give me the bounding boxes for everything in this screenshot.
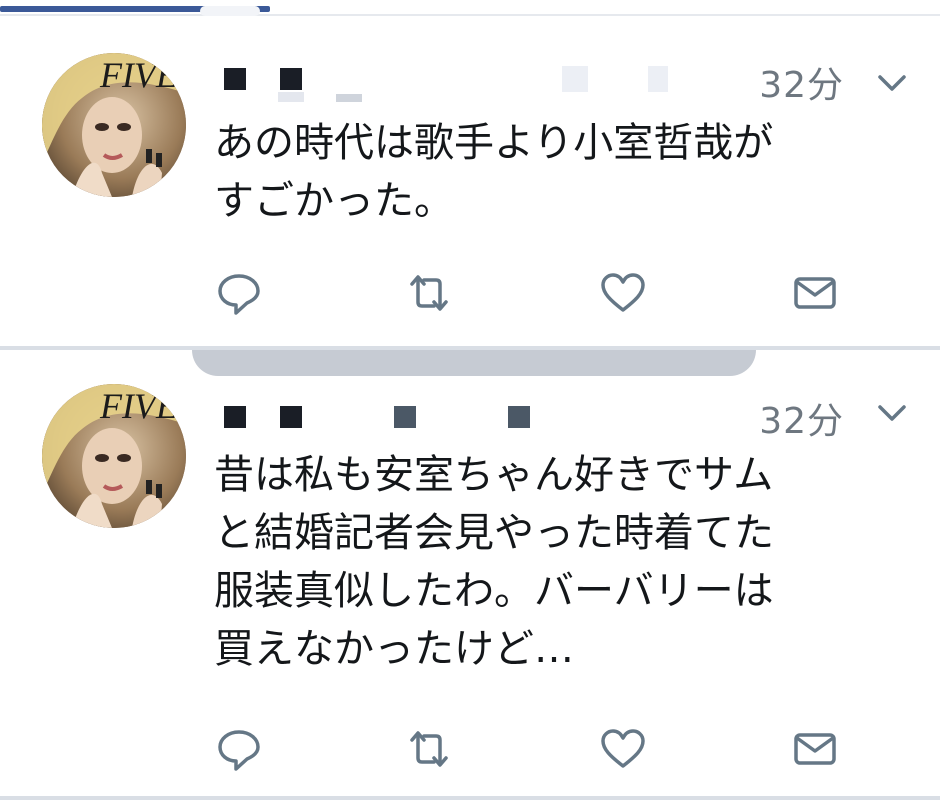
- mail-icon[interactable]: [790, 724, 840, 774]
- tweet-text-line: 買えなかったけど…: [214, 626, 574, 672]
- mail-icon[interactable]: [790, 268, 840, 318]
- redacted-block: [224, 68, 246, 90]
- tweet-divider: [0, 796, 940, 800]
- avatar[interactable]: FIVE: [42, 53, 186, 197]
- tweet-card[interactable]: FIVE 32分 昔は私も安室ちゃん好きでサム と結婚記者会見やった時着てた 服…: [0, 350, 940, 796]
- redacted-block: [278, 92, 304, 102]
- redacted-block: [508, 406, 530, 428]
- tab-bar-fade: [200, 6, 260, 16]
- tweet-text: 昔は私も安室ちゃん好きでサム と結婚記者会見やった時着てた 服装真似したわ。バー…: [214, 446, 900, 678]
- tweet-text-line: あの時代は歌手より小室哲哉が: [214, 120, 774, 166]
- reply-icon[interactable]: [214, 724, 264, 774]
- avatar-logo-text: FIVE: [99, 386, 178, 426]
- chevron-down-icon[interactable]: [874, 72, 910, 94]
- tweet-text-line: 服装真似したわ。バーバリーは: [214, 568, 774, 614]
- tweet-text: あの時代は歌手より小室哲哉が すごかった。: [214, 114, 900, 230]
- avatar-logo-text: FIVE: [99, 55, 178, 95]
- chevron-down-icon[interactable]: [874, 402, 910, 424]
- avatar[interactable]: FIVE: [42, 384, 186, 528]
- tweet-actions: [214, 268, 854, 318]
- redacted-block: [394, 406, 416, 428]
- tweet-text-line: と結婚記者会見やった時着てた: [214, 510, 774, 556]
- author-name-redacted[interactable]: [218, 62, 738, 102]
- redacted-block: [280, 68, 302, 90]
- pull-indicator: [192, 350, 756, 376]
- reply-icon[interactable]: [214, 268, 264, 318]
- redacted-block: [562, 66, 588, 92]
- retweet-icon[interactable]: [404, 724, 454, 774]
- redacted-block: [336, 94, 362, 102]
- heart-icon[interactable]: [598, 268, 648, 318]
- top-tab-bar: [0, 0, 940, 16]
- redacted-block: [280, 406, 302, 428]
- author-name-redacted[interactable]: [218, 400, 738, 440]
- tweet-actions: [214, 724, 854, 774]
- redacted-block: [648, 66, 668, 92]
- timestamp[interactable]: 32分: [759, 56, 844, 108]
- redacted-block: [224, 406, 246, 428]
- tweet-text-line: 昔は私も安室ちゃん好きでサム: [214, 452, 774, 498]
- retweet-icon[interactable]: [404, 268, 454, 318]
- timestamp[interactable]: 32分: [759, 392, 844, 444]
- tweet-card[interactable]: FIVE 32分 あの時代は歌手より小室哲哉が すごかった。: [0, 16, 940, 346]
- heart-icon[interactable]: [598, 724, 648, 774]
- tweet-text-line: すごかった。: [214, 178, 454, 224]
